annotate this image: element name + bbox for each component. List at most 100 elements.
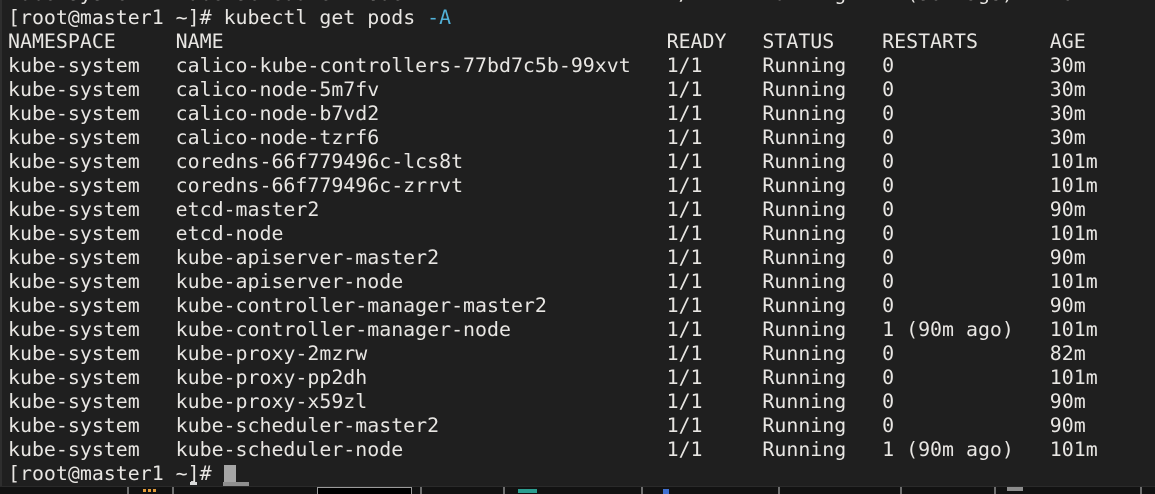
- cell-restarts: 0: [882, 54, 1050, 78]
- header-namespace: NAMESPACE: [8, 30, 176, 54]
- cell-ready: 1/1: [667, 54, 763, 78]
- cell-status: Running: [762, 390, 882, 414]
- cell-age: 90m: [1050, 294, 1155, 318]
- prompt-line[interactable]: [root@master1 ~]#: [8, 462, 1155, 486]
- cell-age: 101m: [1050, 318, 1155, 342]
- cell-status: Running: [762, 54, 882, 78]
- shell-prompt: [root@master1 ~]#: [8, 462, 212, 485]
- header-restarts: RESTARTS: [882, 30, 1050, 54]
- cell-age: 101m: [1050, 366, 1155, 390]
- gray-icon-sliver[interactable]: [1007, 487, 1023, 491]
- cell-name: kube-proxy-2mzrw: [176, 342, 667, 366]
- cell-namespace: kube-system: [8, 222, 176, 246]
- cell-namespace: kube-system: [8, 342, 176, 366]
- orange-dots-icon-sliver[interactable]: [143, 489, 146, 492]
- cell-ready: 1/1: [667, 150, 763, 174]
- table-row: kube-system coredns-66f779496c-zrrvt 1/1…: [8, 174, 1155, 198]
- cell-status: Running: [762, 318, 882, 342]
- cell-age: 30m: [1050, 102, 1155, 126]
- cell-age: 101m: [1050, 150, 1155, 174]
- cell-ready: 1/1: [667, 270, 763, 294]
- cell-namespace: kube-system: [8, 270, 176, 294]
- cell-ready: 1/1: [667, 174, 763, 198]
- header-ready: READY: [667, 30, 763, 54]
- shell-prompt: [root@master1 ~]#: [8, 6, 212, 29]
- cell-age: 30m: [1050, 126, 1155, 150]
- desktop-screen: kube-system kube-scheduler-node 1/1 Runn…: [0, 0, 1155, 494]
- cell-ready: 1/1: [667, 0, 763, 6]
- cell-status: Running: [762, 78, 882, 102]
- table-row: kube-system kube-controller-manager-mast…: [8, 294, 1155, 318]
- cell-namespace: kube-system: [8, 366, 176, 390]
- cell-ready: 1/1: [667, 390, 763, 414]
- cell-namespace: kube-system: [8, 54, 176, 78]
- table-row: kube-system coredns-66f779496c-lcs8t 1/1…: [8, 150, 1155, 174]
- cell-name: calico-kube-controllers-77bd7c5b-99xvt: [176, 54, 667, 78]
- cell-ready: 1/1: [667, 342, 763, 366]
- blue-icon-sliver[interactable]: [663, 489, 669, 494]
- cell-age: 101m: [1050, 174, 1155, 198]
- cell-name: etcd-master2: [176, 198, 667, 222]
- table-row: kube-system kube-scheduler-master2 1/1 R…: [8, 414, 1155, 438]
- cell-status: Running: [762, 294, 882, 318]
- table-row: kube-system kube-apiserver-node 1/1 Runn…: [8, 270, 1155, 294]
- command-line: [root@master1 ~]# kubectl get pods -A: [8, 6, 1155, 30]
- cell-restarts: 0: [882, 78, 1050, 102]
- taskbar-separator: [778, 487, 780, 494]
- taskbar-separator: [127, 487, 129, 494]
- cell-restarts: 0: [882, 102, 1050, 126]
- taskbar-separator: [994, 487, 996, 494]
- cell-name: kube-scheduler-master2: [176, 414, 667, 438]
- cell-age: 82m: [1050, 342, 1155, 366]
- cell-age: 101m: [1050, 438, 1155, 462]
- table-row: kube-system etcd-node 1/1 Running 0 101m: [8, 222, 1155, 246]
- cell-name: etcd-node: [176, 222, 667, 246]
- header-age: AGE: [1050, 30, 1155, 54]
- cell-name: kube-scheduler-node: [176, 438, 667, 462]
- cell-restarts: 0: [882, 270, 1050, 294]
- header-status: STATUS: [762, 30, 882, 54]
- header-name: NAME: [176, 30, 667, 54]
- terminal-window[interactable]: kube-system kube-scheduler-node 1/1 Runn…: [0, 0, 1155, 486]
- cell-status: Running: [762, 270, 882, 294]
- cell-namespace: kube-system: [8, 390, 176, 414]
- taskbar-separator: [503, 487, 505, 494]
- table-row: kube-system calico-kube-controllers-77bd…: [8, 54, 1155, 78]
- table-row: kube-system etcd-master2 1/1 Running 0 9…: [8, 198, 1155, 222]
- command-text: kubectl get pods: [224, 6, 416, 29]
- cell-ready: 1/1: [667, 246, 763, 270]
- taskbar-sliver[interactable]: [0, 486, 1155, 494]
- cell-age: 90m: [1050, 246, 1155, 270]
- cell-name: coredns-66f779496c-lcs8t: [176, 150, 667, 174]
- cell-namespace: kube-system: [8, 318, 176, 342]
- taskbar-separator: [172, 487, 174, 494]
- taskbar-separator: [900, 487, 902, 494]
- cell-status: Running: [762, 438, 882, 462]
- cell-namespace: kube-system: [8, 294, 176, 318]
- teal-icon-sliver[interactable]: [518, 489, 537, 493]
- window-edge-highlight: [190, 482, 197, 485]
- cell-name: calico-node-5m7fv: [176, 78, 667, 102]
- cell-ready: 1/1: [667, 102, 763, 126]
- cell-restarts: 1 (90m ago): [882, 438, 1050, 462]
- cell-name: calico-node-tzrf6: [176, 126, 667, 150]
- table-row: kube-system kube-apiserver-master2 1/1 R…: [8, 246, 1155, 270]
- cell-namespace: kube-system: [8, 246, 176, 270]
- cell-age: 30m: [1050, 54, 1155, 78]
- cell-namespace: kube-system: [8, 198, 176, 222]
- taskbar-separator: [1140, 487, 1142, 494]
- cell-restarts: 0: [882, 222, 1050, 246]
- cell-ready: 1/1: [667, 366, 763, 390]
- cell-name: calico-node-b7vd2: [176, 102, 667, 126]
- active-window-button-sliver[interactable]: [317, 487, 412, 494]
- cell-status: Running: [762, 174, 882, 198]
- cell-namespace: kube-system: [8, 174, 176, 198]
- cell-restarts: 1 (90m ago): [882, 318, 1050, 342]
- cell-restarts: 0: [882, 246, 1050, 270]
- cell-ready: 1/1: [667, 222, 763, 246]
- cell-status: Running: [762, 150, 882, 174]
- cell-restarts: 0: [882, 294, 1050, 318]
- cell-status: Running: [762, 126, 882, 150]
- table-row: kube-system kube-proxy-2mzrw 1/1 Running…: [8, 342, 1155, 366]
- table-row: kube-system kube-controller-manager-node…: [8, 318, 1155, 342]
